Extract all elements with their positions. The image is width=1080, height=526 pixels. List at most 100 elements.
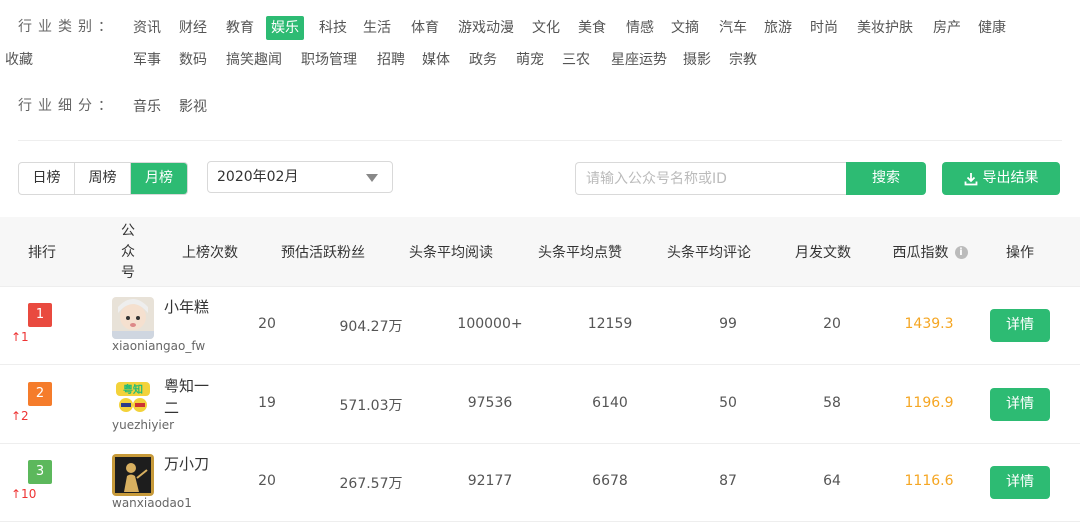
industry-tag[interactable]: 摄影 (678, 48, 716, 72)
month-select[interactable]: 2020年02月 (207, 161, 393, 193)
sub-tag[interactable]: 影视 (174, 95, 212, 119)
detail-button[interactable]: 详情 (990, 387, 1050, 421)
table-row: 1 ↑1 小年糕 xiaoniangao_fw 20 904.27万 100000+ 1215… (0, 287, 1080, 365)
search-input[interactable] (575, 162, 847, 195)
cell-times: 19 (258, 394, 276, 411)
th-account-char: 号 (121, 264, 135, 281)
industry-tag[interactable]: 政务 (464, 48, 502, 72)
th-times: 上榜次数 (182, 245, 238, 261)
industry-tag[interactable]: 收藏 (0, 48, 38, 72)
rank-change: ↑1 (11, 330, 29, 344)
search-button[interactable]: 搜索 (846, 162, 926, 195)
industry-tag[interactable]: 媒体 (417, 48, 455, 72)
industry-tag[interactable]: 科技 (314, 16, 352, 40)
industry-tag[interactable]: 时尚 (805, 16, 843, 40)
industry-tag[interactable]: 体育 (406, 16, 444, 40)
industry-tag[interactable]: 搞笑趣闻 (221, 48, 287, 72)
cell-index: 1116.6 (904, 473, 954, 489)
cell-times: 20 (258, 316, 276, 332)
avatar[interactable] (112, 454, 154, 496)
industry-tag[interactable]: 财经 (174, 16, 212, 40)
industry-tag[interactable]: 房产 (928, 16, 966, 40)
period-tab[interactable]: 日榜 (19, 163, 75, 194)
th-likes: 头条平均点赞 (538, 245, 622, 261)
cell-comments: 50 (719, 394, 737, 411)
industry-tag[interactable]: 星座运势 (606, 48, 672, 72)
table-row: 3 ↑10 万小刀 wanxiaodao1 20 267.57万 92177 6678 87 64… (0, 444, 1080, 522)
cell-likes: 12159 (587, 316, 633, 332)
th-account: 公 众 号 (120, 217, 136, 287)
caret-down-icon (366, 174, 378, 182)
industry-tag[interactable]: 健康 (973, 16, 1011, 40)
period-tab[interactable]: 周榜 (75, 163, 131, 194)
th-account-char: 公 (121, 222, 135, 239)
rank-badge: 1 (28, 303, 52, 327)
divider (18, 140, 1062, 141)
cell-posts: 58 (823, 394, 841, 411)
table-header: 排行 公 众 号 上榜次数 预估活跃粉丝 头条平均阅读 头条平均点赞 头条平均评… (0, 217, 1080, 287)
cell-reads: 97536 (467, 394, 513, 411)
industry-tag[interactable]: 三农 (557, 48, 595, 72)
industry-tag[interactable]: 生活 (358, 16, 396, 40)
industry-tag[interactable]: 情感 (621, 16, 659, 40)
detail-button[interactable]: 详情 (990, 466, 1050, 499)
industry-tag[interactable]: 数码 (174, 48, 212, 72)
cell-fans: 571.03万 (339, 397, 403, 414)
period-switch: 日榜 周榜 月榜 (18, 162, 188, 195)
cell-times: 20 (258, 473, 276, 489)
account-id: yuezhiyier (112, 417, 175, 432)
industry-tag[interactable]: 文摘 (666, 16, 704, 40)
industry-tag[interactable]: 旅游 (759, 16, 797, 40)
industry-tag[interactable]: 萌宠 (511, 48, 549, 72)
cell-likes: 6678 (592, 473, 628, 489)
industry-tag[interactable]: 美食 (573, 16, 611, 40)
cell-comments: 87 (719, 473, 737, 489)
account-name[interactable]: 粤知一二 (164, 375, 212, 419)
cell-posts: 20 (823, 316, 841, 332)
account-id: xiaoniangao_fw (112, 339, 206, 353)
industry-tag[interactable]: 文化 (527, 16, 565, 40)
industry-tag[interactable]: 资讯 (128, 16, 166, 40)
th-index: 西瓜指数 i (880, 217, 980, 287)
industry-tag[interactable]: 汽车 (714, 16, 752, 40)
sub-tag[interactable]: 音乐 (128, 95, 166, 119)
rank-change: ↑2 (11, 408, 29, 423)
cell-posts: 64 (823, 473, 841, 489)
table-row: 2 ↑2 粤知 粤知一二 yuezhiyier 19 571.03万 97536 6140 50 5… (0, 366, 1080, 444)
rank-change: ↑10 (11, 487, 37, 501)
account-id: wanxiaodao1 (112, 496, 192, 510)
avatar[interactable]: 粤知 (112, 375, 154, 418)
th-action: 操作 (1006, 245, 1034, 261)
th-rank: 排行 (28, 245, 56, 261)
industry-tag[interactable]: 美妆护肤 (852, 16, 918, 40)
industry-tag[interactable]: 军事 (128, 48, 166, 72)
svg-text:粤知: 粤知 (123, 383, 143, 396)
period-tab[interactable]: 月榜 (131, 163, 187, 194)
cell-index: 1439.3 (904, 316, 954, 332)
industry-filter-label: 行业类别： (18, 19, 118, 35)
industry-tag[interactable]: 职场管理 (296, 48, 362, 72)
industry-tag[interactable]: 娱乐 (266, 16, 304, 40)
export-button[interactable]: 导出结果 (942, 162, 1060, 195)
download-icon (964, 172, 977, 185)
detail-button[interactable]: 详情 (990, 309, 1050, 342)
rank-badge: 3 (28, 460, 52, 484)
month-value: 2020年02月 (217, 169, 299, 185)
sub-filter-label: 行业细分： (18, 98, 118, 114)
account-name[interactable]: 万小刀 (164, 453, 212, 475)
th-comments: 头条平均评论 (667, 245, 751, 261)
th-reads: 头条平均阅读 (409, 245, 493, 261)
account-name[interactable]: 小年糕 (164, 296, 212, 318)
cell-fans: 267.57万 (339, 476, 403, 492)
industry-tag[interactable]: 教育 (221, 16, 259, 40)
th-account-char: 众 (121, 243, 135, 260)
industry-tag[interactable]: 招聘 (372, 48, 410, 72)
info-icon[interactable]: i (954, 245, 968, 259)
industry-tag[interactable]: 宗教 (724, 48, 762, 72)
export-label: 导出结果 (982, 170, 1039, 186)
avatar[interactable] (112, 297, 154, 339)
rank-badge: 2 (28, 381, 52, 406)
industry-tag[interactable]: 游戏动漫 (453, 16, 519, 40)
cell-fans: 904.27万 (339, 319, 403, 335)
cell-index: 1196.9 (904, 394, 954, 411)
